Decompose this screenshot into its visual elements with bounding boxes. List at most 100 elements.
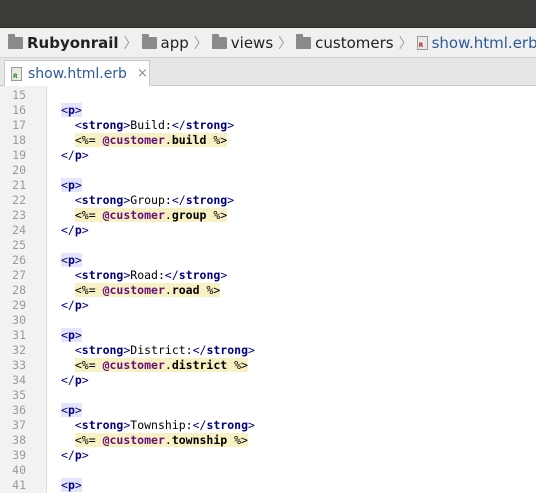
line-number: 23: [12, 208, 26, 222]
tag-bracket: >: [74, 178, 82, 192]
tag-bracket: </: [192, 343, 207, 357]
tag-name: p: [67, 103, 75, 117]
code-content: <strong>District:</strong>: [61, 343, 255, 358]
method-name: road: [171, 283, 200, 297]
chevron-right-icon: 〉: [398, 35, 413, 52]
code-content: </p>: [61, 148, 89, 163]
erb-close-tag: %>: [199, 283, 221, 297]
breadcrumb-project[interactable]: Rubyonrail: [8, 33, 119, 52]
code-line: 15: [0, 88, 536, 103]
dot-operator: .: [164, 208, 172, 222]
erb-open-tag: <%=: [74, 433, 103, 447]
strong-label-text: Township:: [130, 418, 193, 432]
line-number: 15: [12, 88, 26, 102]
tab-label: show.html.erb: [28, 65, 127, 82]
code-line: 24 </p>: [0, 223, 536, 238]
code-line: 35: [0, 388, 536, 403]
code-line: 25: [0, 238, 536, 253]
tag-name: p: [74, 373, 82, 387]
tag-name: p: [67, 253, 75, 267]
code-content: </p>: [61, 373, 89, 388]
breadcrumb-file[interactable]: show.html.erb: [416, 33, 536, 52]
code-editor[interactable]: 15 16 <p> 17 <strong>Build:</strong> 18 <%= …: [0, 86, 536, 493]
instance-variable: @customer: [102, 283, 165, 297]
tag-bracket: >: [248, 418, 255, 432]
strong-label-text: Group:: [130, 193, 172, 207]
tag-name: p: [67, 328, 75, 342]
code-line: 17 <strong>Build:</strong>: [0, 118, 536, 133]
editor-tab-bar: show.html.erb ×: [0, 58, 536, 86]
code-line: 31 <p>: [0, 328, 536, 343]
erb-open-tag: <%=: [74, 208, 103, 222]
tag-bracket: >: [74, 403, 82, 417]
breadcrumb-file-label: show.html.erb: [431, 33, 536, 52]
close-icon[interactable]: ×: [137, 66, 148, 81]
tag-bracket: >: [220, 268, 228, 282]
tag-bracket: >: [74, 103, 82, 117]
code-line: 34 </p>: [0, 373, 536, 388]
tag-bracket: </: [192, 418, 207, 432]
line-number: 39: [12, 448, 26, 462]
tag-bracket: <: [74, 193, 82, 207]
code-content: </p>: [61, 223, 89, 238]
tag-bracket: <: [61, 178, 68, 192]
tag-name: p: [74, 148, 82, 162]
line-number: 25: [12, 238, 26, 252]
code-content: <p>: [61, 328, 82, 343]
tag-bracket: </: [61, 298, 75, 312]
window-title-bar: [0, 0, 536, 28]
tag-bracket: >: [81, 373, 89, 387]
line-number: 26: [12, 253, 26, 267]
line-number: 35: [12, 388, 26, 402]
tag-bracket: >: [74, 253, 82, 267]
line-number: 36: [12, 403, 26, 417]
erb-close-tag: %>: [206, 133, 228, 147]
line-number: 38: [12, 433, 26, 447]
erb-file-icon: [11, 66, 22, 81]
tag-bracket: </: [61, 448, 75, 462]
chevron-right-icon: 〉: [123, 35, 138, 52]
code-line: 38 <%= @customer.township %>: [0, 433, 536, 448]
tag-bracket: <: [61, 478, 68, 492]
breadcrumb-folder-views[interactable]: views: [211, 33, 273, 52]
erb-open-tag: <%=: [74, 283, 103, 297]
line-number: 29: [12, 298, 26, 312]
code-line: 27 <strong>Road:</strong>: [0, 268, 536, 283]
breadcrumb-folder-app[interactable]: app: [141, 33, 189, 52]
code-line: 26 <p>: [0, 253, 536, 268]
line-number: 21: [12, 178, 26, 192]
tag-name: strong: [81, 343, 124, 357]
tag-name: p: [67, 478, 75, 492]
tag-bracket: </: [171, 118, 186, 132]
tag-name: strong: [185, 193, 228, 207]
instance-variable: @customer: [102, 208, 165, 222]
line-number: 34: [12, 373, 26, 387]
tag-bracket: >: [74, 328, 82, 342]
line-number: 20: [12, 163, 26, 177]
tag-bracket: <: [61, 328, 68, 342]
code-line: 19 </p>: [0, 148, 536, 163]
instance-variable: @customer: [102, 133, 165, 147]
erb-close-tag: %>: [206, 208, 228, 222]
tag-bracket: <: [74, 268, 82, 282]
dot-operator: .: [164, 433, 172, 447]
tab-show-html-erb[interactable]: show.html.erb ×: [4, 60, 150, 86]
tag-bracket: <: [74, 343, 82, 357]
method-name: group: [171, 208, 207, 222]
breadcrumb-folder-customers[interactable]: customers: [296, 33, 394, 52]
navigation-bar: Rubyonrail 〉 app 〉 views 〉 customers 〉 s…: [0, 28, 536, 58]
line-number: 27: [12, 268, 26, 282]
dot-operator: .: [164, 133, 172, 147]
tag-name: strong: [206, 418, 248, 432]
strong-label-text: District:: [130, 343, 193, 357]
code-content: <%= @customer.township %>: [61, 433, 248, 448]
code-content: <%= @customer.district %>: [61, 358, 248, 373]
code-content: <p>: [61, 103, 82, 118]
tag-bracket: </: [171, 193, 186, 207]
tag-bracket: >: [248, 343, 255, 357]
